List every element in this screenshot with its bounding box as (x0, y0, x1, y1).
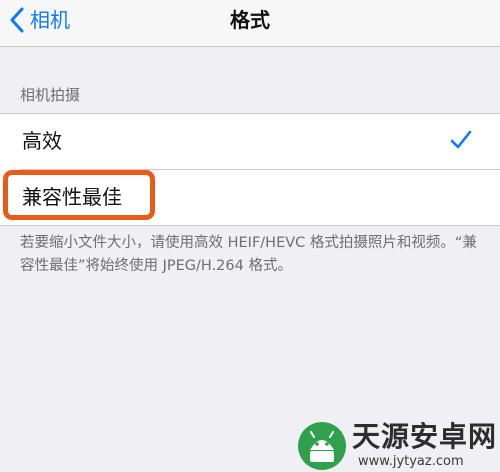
format-options-group: 高效 兼容性最佳 (0, 113, 500, 226)
section-footer: 若要缩小文件大小，请使用高效 HEIF/HEVC 格式拍摄照片和视频。“兼容性最… (20, 235, 477, 274)
section-header: 相机拍摄 (20, 86, 81, 104)
option-high-efficiency[interactable]: 高效 (0, 114, 500, 170)
checkmark-icon (450, 130, 472, 149)
watermark: 天源安卓网 www.jytyaz.com (296, 420, 500, 472)
watermark-name: 天源安卓网 (352, 420, 498, 453)
option-label: 兼容性最佳 (22, 185, 122, 209)
page-title: 格式 (230, 8, 270, 32)
watermark-url: www.jytyaz.com (358, 454, 464, 469)
option-label: 高效 (22, 129, 62, 153)
option-most-compatible[interactable]: 兼容性最佳 (0, 170, 500, 225)
navigation-bar: 相机 格式 (0, 0, 500, 47)
android-logo-icon (298, 422, 346, 470)
